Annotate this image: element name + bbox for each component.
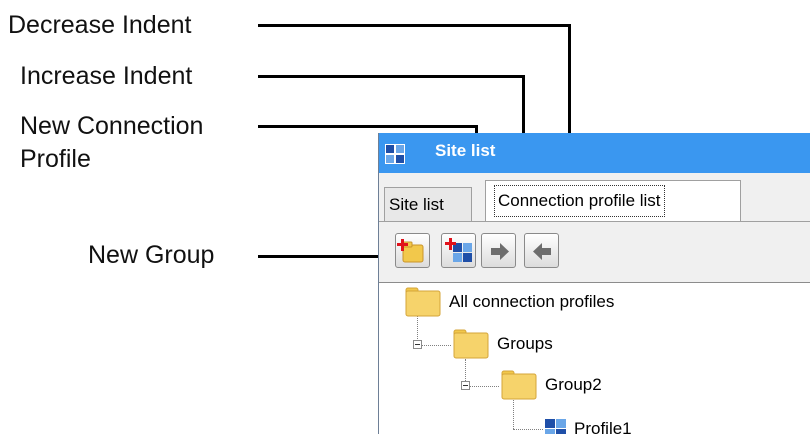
site-list-app-icon (385, 144, 405, 164)
decrease-indent-icon (533, 243, 551, 260)
collapse-group2-toggle[interactable] (461, 381, 470, 390)
connection-profile-icon (545, 419, 566, 434)
new-group-button[interactable] (395, 233, 430, 268)
connection-profile-tree: All connection profiles Groups Group2 Pr… (379, 282, 810, 434)
tree-connector (513, 400, 514, 429)
tree-node-all-connection-profiles[interactable]: All connection profiles (449, 292, 614, 312)
tab-connection-profile-list-label: Connection profile list (494, 185, 665, 217)
tree-node-group2[interactable]: Group2 (545, 375, 602, 395)
tree-connector (417, 345, 451, 346)
folder-icon (405, 287, 441, 317)
increase-indent-icon (491, 243, 509, 260)
new-group-icon (397, 239, 424, 263)
new-connection-profile-icon (445, 238, 472, 262)
folder-icon (501, 370, 537, 400)
callout-new-group: New Group (88, 241, 215, 269)
leader-increase-indent-h (258, 75, 525, 78)
leader-new-connection-profile-h (258, 125, 478, 128)
folder-icon (453, 329, 489, 359)
callout-new-connection-profile-line2: Profile (20, 145, 91, 173)
tree-node-profile1[interactable]: Profile1 (574, 419, 632, 434)
callout-increase-indent: Increase Indent (20, 62, 193, 90)
leader-decrease-indent-h (258, 24, 570, 27)
tab-connection-profile-list[interactable]: Connection profile list (485, 180, 741, 222)
new-connection-profile-button[interactable] (441, 233, 476, 268)
tree-node-groups[interactable]: Groups (497, 334, 553, 354)
tree-connector (465, 386, 499, 387)
site-list-window: Site list Site list Connection profile l… (378, 133, 810, 434)
decrease-indent-button[interactable] (524, 233, 559, 268)
collapse-groups-toggle[interactable] (413, 340, 422, 349)
callout-new-connection-profile: New Connection (20, 112, 204, 140)
tab-site-list[interactable]: Site list (384, 187, 472, 221)
increase-indent-button[interactable] (481, 233, 516, 268)
tree-connector (513, 429, 543, 430)
toolbar (379, 222, 810, 282)
title-bar[interactable]: Site list (379, 133, 810, 173)
callout-decrease-indent: Decrease Indent (8, 11, 192, 39)
window-title: Site list (435, 141, 496, 160)
